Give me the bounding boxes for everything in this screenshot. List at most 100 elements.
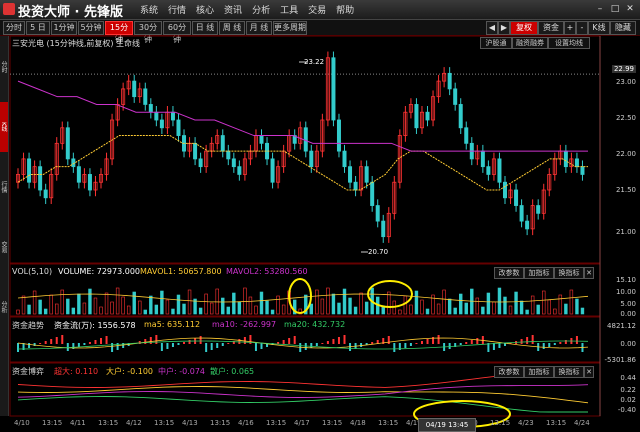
low-annotation: 20.70 [368, 248, 389, 256]
volume-bar [564, 303, 568, 315]
candle-body [331, 57, 336, 121]
volume-bar [243, 287, 247, 315]
flow-bar [520, 339, 523, 344]
candle-body [170, 111, 175, 121]
vol-swap-indicator-button[interactable]: 换指标 [554, 267, 584, 279]
flow-bar [360, 343, 363, 347]
flow-bar [332, 339, 335, 344]
flow-bar [166, 343, 169, 349]
volume-bar [149, 295, 153, 315]
vol-label: VOL(5,10) [12, 267, 53, 276]
vol-close-icon[interactable]: ✕ [584, 267, 594, 279]
game-scale: -0.40 [617, 406, 636, 414]
volume-bar [525, 309, 529, 315]
candle-body [453, 88, 458, 105]
date-label: 4/13 [182, 419, 198, 427]
volume-bar [342, 288, 347, 315]
volume-bar [49, 294, 53, 315]
flow-bar [94, 340, 97, 344]
candle-body [381, 220, 386, 238]
candle-body [525, 220, 530, 230]
volume-bar [542, 290, 546, 315]
highlight-ellipse [288, 278, 312, 314]
game-big: 大户: -0.100 [106, 367, 154, 376]
volume-bar [326, 287, 330, 315]
volume-bar [82, 302, 87, 315]
mavol1-line [17, 293, 589, 303]
game-close-icon[interactable]: ✕ [584, 366, 594, 378]
date-label: 13:15 [98, 419, 119, 427]
vol-add-indicator-button[interactable]: 加指标 [524, 267, 554, 279]
volume-bar [364, 301, 369, 315]
flow-bar [177, 343, 180, 345]
volume-bar [32, 290, 37, 315]
date-label: 13:15 [42, 419, 63, 427]
volume-bar [359, 292, 363, 315]
candle-body [464, 127, 469, 144]
volume-bar [187, 289, 192, 315]
date-label: 13:15 [378, 419, 399, 427]
volume-bar [71, 307, 76, 315]
volume-bar [276, 295, 280, 315]
candle-body [198, 158, 203, 168]
volume-bar [226, 306, 230, 315]
flow-bar [526, 337, 529, 344]
volume-bar [320, 298, 325, 315]
flow-scale: -5301.86 [604, 356, 636, 364]
flow-bar [243, 337, 246, 344]
candle-body [348, 166, 353, 183]
candle-body [425, 111, 430, 121]
game-swap-indicator-button[interactable]: 换指标 [554, 366, 584, 378]
candle-body [370, 181, 375, 206]
flow-bar [205, 343, 208, 352]
vol-params-button[interactable]: 改参数 [494, 267, 524, 279]
flow-bar [415, 343, 418, 344]
vol-mavol1: MAVOL1: 50657.800 [140, 267, 222, 276]
volume-bar [553, 308, 557, 315]
candle-body [38, 166, 43, 191]
flow-bar [199, 336, 202, 344]
candle-body [65, 127, 70, 160]
date-label: 4/12 [126, 419, 142, 427]
flow-bar [44, 341, 47, 344]
game-params-button[interactable]: 改参数 [494, 366, 524, 378]
volume-bar [481, 306, 485, 315]
candle-body [87, 174, 92, 191]
flow-bar [83, 343, 86, 345]
flow-bar [100, 338, 103, 344]
volume-bar [104, 292, 109, 315]
candle-body [76, 166, 81, 183]
volume-bar [43, 308, 48, 315]
game-scale: 0.22 [620, 386, 636, 394]
vol-mavol2: MAVOL2: 53280.560 [226, 267, 308, 276]
candle-body [580, 166, 585, 175]
volume-bar [398, 309, 402, 315]
flow-bar [437, 335, 440, 344]
price-label: 23.00 [615, 78, 636, 86]
volume-bar [126, 305, 131, 315]
candle-body [574, 158, 579, 168]
volume-bar [198, 307, 203, 315]
flow-bar [409, 343, 412, 346]
candle-body [193, 142, 198, 160]
flow-bar [254, 343, 257, 351]
candle-body [220, 135, 225, 152]
game-scale: 0.02 [620, 396, 636, 404]
game-super: 超大: 0.110 [54, 367, 99, 376]
flow-bar [393, 343, 396, 352]
volume-bar [387, 291, 391, 315]
volume-bar [77, 293, 81, 315]
date-label: 13:15 [154, 419, 175, 427]
high-annotation: 23.22 [304, 58, 325, 66]
volume-bar [254, 305, 258, 315]
volume-bar [453, 307, 457, 315]
flow-ma5: ma5: 635.112 [144, 320, 201, 329]
volume-bar [121, 296, 125, 315]
flow-bar [221, 343, 224, 346]
price-label: 22.50 [615, 114, 636, 122]
flow-bar [548, 343, 551, 347]
candle-body [502, 181, 507, 199]
candle-body [43, 189, 48, 199]
flow-bar [155, 335, 158, 344]
game-add-indicator-button[interactable]: 加指标 [524, 366, 554, 378]
